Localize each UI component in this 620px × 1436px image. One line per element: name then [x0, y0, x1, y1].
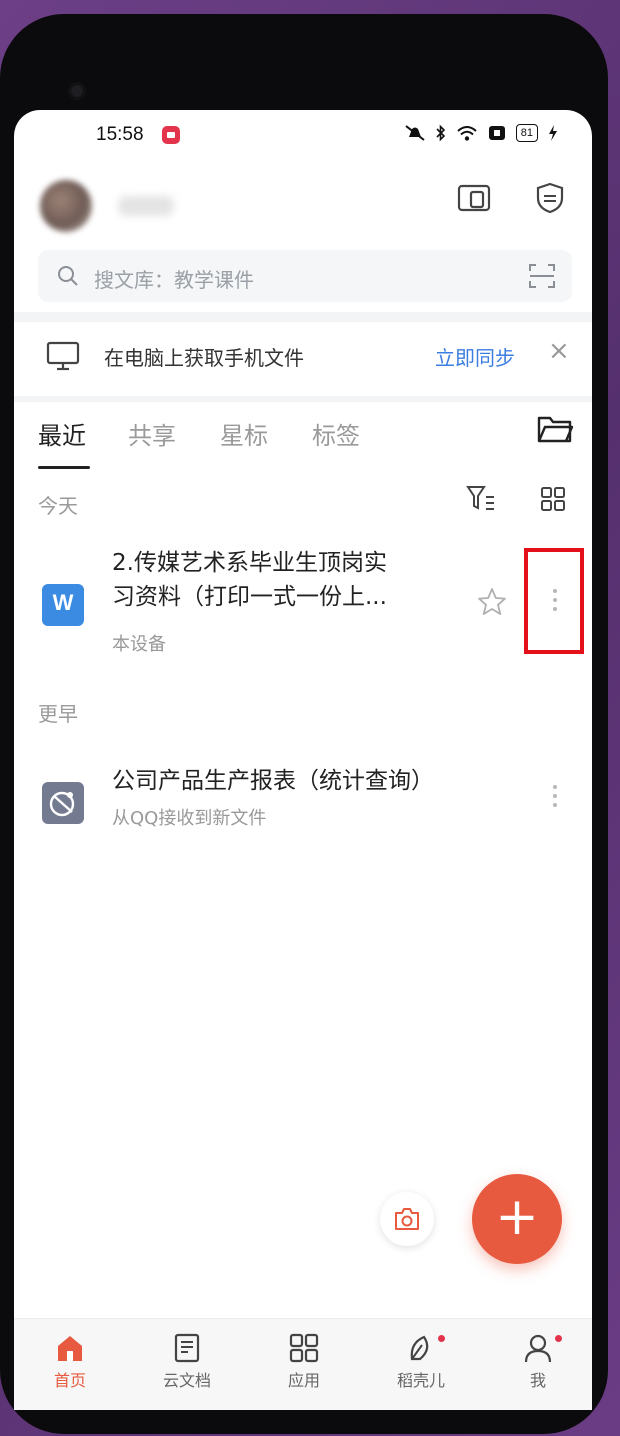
user-icon — [524, 1334, 552, 1363]
shield-icon[interactable] — [530, 178, 570, 218]
bottom-nav: 首页 云文档 应用 稻壳儿 我 — [14, 1318, 592, 1410]
qq-file-icon — [42, 782, 84, 824]
divider — [14, 312, 592, 322]
sync-now-link[interactable]: 立即同步 — [435, 342, 515, 371]
bluetooth-icon — [436, 124, 445, 142]
nav-apps[interactable]: 应用 — [249, 1319, 359, 1410]
battery-level: 81 — [515, 124, 538, 142]
sync-banner-text: 在电脑上获取手机文件 — [104, 346, 304, 370]
status-bar: 15:58 81 — [14, 110, 592, 162]
nfc-icon — [488, 126, 505, 140]
file-title: 公司产品生产报表（统计查询） — [112, 768, 434, 794]
notification-dot — [438, 1335, 445, 1342]
split-screen-icon[interactable] — [454, 178, 494, 218]
notification-icon — [162, 126, 180, 144]
tab-starred[interactable]: 星标 — [220, 416, 268, 451]
camera-button[interactable] — [380, 1192, 434, 1246]
home-icon — [58, 1336, 82, 1361]
tab-tags[interactable]: 标签 — [312, 416, 360, 451]
active-tab-underline — [38, 466, 90, 469]
nav-me[interactable]: 我 — [483, 1319, 592, 1410]
apps-grid-icon — [289, 1333, 319, 1363]
charging-icon — [549, 125, 557, 141]
word-doc-icon: W — [42, 584, 84, 626]
camera-icon — [395, 1208, 419, 1230]
scan-icon[interactable] — [528, 262, 556, 290]
section-today: 今天 — [38, 494, 78, 518]
section-earlier: 更早 — [38, 702, 78, 726]
create-new-button[interactable]: + — [472, 1174, 562, 1264]
file-source: 从QQ接收到新文件 — [112, 808, 267, 829]
leaf-icon — [410, 1335, 429, 1361]
front-camera — [68, 82, 86, 100]
more-options-icon[interactable] — [545, 780, 565, 820]
nav-cloud-docs[interactable]: 云文档 — [132, 1319, 242, 1410]
file-title-line1: 2.传媒艺术系毕业生顶岗实 — [112, 550, 387, 576]
status-icons: 81 — [404, 124, 558, 142]
filter-icon[interactable] — [466, 484, 496, 512]
grid-view-icon[interactable] — [540, 486, 566, 512]
close-banner-icon[interactable]: × — [548, 338, 570, 364]
avatar[interactable] — [40, 180, 92, 232]
status-time: 15:58 — [96, 124, 144, 145]
wifi-icon — [457, 126, 477, 141]
search-placeholder: 搜文库：教学课件 — [94, 268, 254, 292]
app-screen: 15:58 81 搜文库：教学课件 在电脑上获取手机文件 立即同步 × 最近 共… — [14, 110, 592, 1410]
search-bar[interactable]: 搜文库：教学课件 — [38, 250, 572, 302]
search-icon — [58, 266, 78, 286]
file-title-line2: 习资料（打印一式一份上... — [112, 584, 387, 610]
tab-shared[interactable]: 共享 — [128, 416, 176, 451]
phone-frame: 15:58 81 搜文库：教学课件 在电脑上获取手机文件 立即同步 × 最近 共… — [0, 14, 608, 1434]
divider — [14, 396, 592, 402]
notification-dot — [555, 1335, 562, 1342]
star-icon[interactable] — [476, 586, 508, 618]
mute-icon — [405, 125, 425, 141]
document-icon — [174, 1333, 200, 1363]
highlight-box — [524, 548, 584, 654]
file-source: 本设备 — [112, 634, 166, 655]
monitor-icon — [46, 341, 80, 371]
username-blurred — [118, 196, 174, 216]
nav-daoker[interactable]: 稻壳儿 — [366, 1319, 476, 1410]
satellite-icon — [49, 791, 75, 817]
folder-icon[interactable] — [536, 412, 574, 446]
tab-recent[interactable]: 最近 — [38, 416, 86, 451]
nav-home[interactable]: 首页 — [15, 1319, 125, 1410]
